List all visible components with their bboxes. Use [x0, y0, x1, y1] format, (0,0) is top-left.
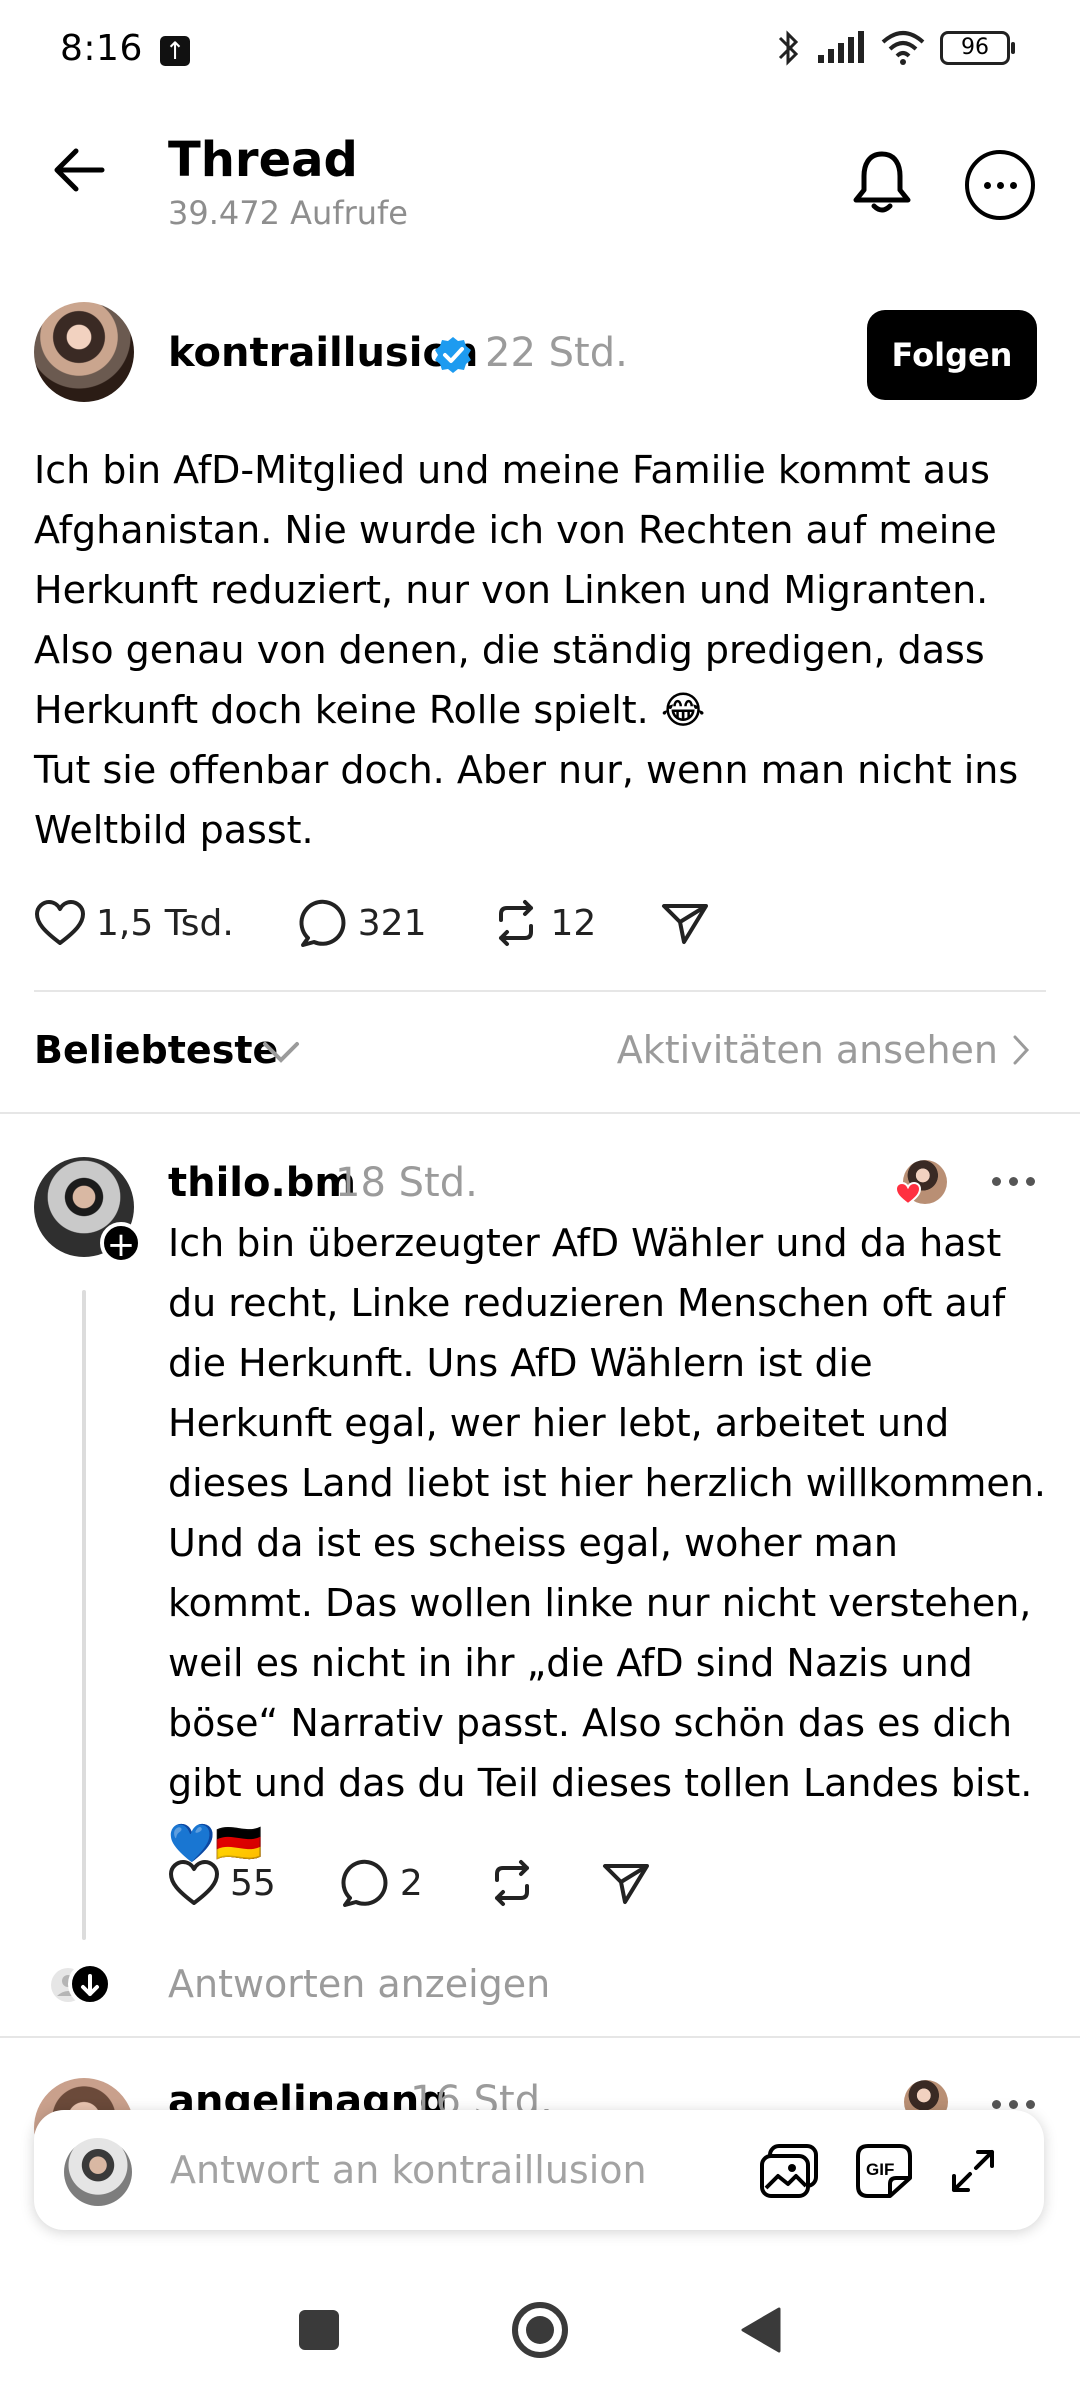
post-time: 22 Std. [485, 330, 628, 376]
follow-plus-icon[interactable]: + [100, 1222, 142, 1264]
reply-text: Ich bin überzeugter AfD Wähler und da ha… [168, 1221, 1059, 1865]
divider [0, 1112, 1080, 1114]
more-options-button[interactable] [965, 150, 1035, 220]
divider [34, 990, 1046, 992]
repost-icon [498, 900, 533, 946]
comment-icon [341, 1859, 388, 1907]
gif-icon[interactable]: GIF [854, 2142, 914, 2200]
next-reply-more-button[interactable] [992, 2100, 1035, 2109]
status-icons: 96 [776, 28, 1015, 68]
reply-like-button[interactable]: 55 [168, 1859, 276, 1907]
follow-button[interactable]: Folgen [867, 310, 1037, 400]
arrow-left-icon [54, 148, 105, 192]
liked-by-author-indicator [895, 1160, 947, 1206]
post-author-avatar[interactable] [34, 302, 134, 402]
reply-actions: 55 2 [168, 1858, 651, 1908]
reply-share-button[interactable] [601, 1860, 651, 1906]
comment-button[interactable]: 321 [298, 898, 427, 948]
user-placeholder-icon [51, 1962, 110, 2006]
thread-line [82, 1290, 86, 1940]
post-actions: 1,5 Tsd. 321 12 [34, 898, 710, 948]
signal-icon [818, 31, 864, 63]
bell-icon [853, 151, 911, 213]
reply-input[interactable]: Antwort an kontraillusion [170, 2148, 647, 2192]
reply-repost-button[interactable] [487, 1858, 537, 1908]
post-username[interactable]: kontraillusion [168, 330, 478, 376]
send-icon [662, 904, 709, 944]
reply-time: 18 Std. [335, 1160, 478, 1206]
reply-like-count: 55 [230, 1862, 276, 1904]
system-navigation-bar [0, 2280, 1080, 2380]
divider [0, 2036, 1080, 2038]
reply-comment-count: 2 [399, 1862, 423, 1904]
share-button[interactable] [660, 900, 710, 946]
notifications-button[interactable] [850, 148, 914, 214]
status-time: 8:16 [60, 28, 143, 69]
home-circle-icon[interactable] [511, 2301, 569, 2359]
svg-text:GIF: GIF [866, 2160, 894, 2179]
expand-icon[interactable] [948, 2146, 998, 2196]
back-triangle-icon[interactable] [739, 2305, 783, 2355]
heart-icon [35, 900, 85, 945]
verified-badge-icon [433, 335, 473, 375]
show-replies-link[interactable]: Antworten anzeigen [168, 1962, 550, 2006]
comment-count: 321 [357, 902, 427, 944]
image-gallery-icon[interactable] [758, 2142, 820, 2200]
upload-notification-icon: ↑ [160, 36, 190, 66]
reply-comment-button[interactable]: 2 [340, 1858, 423, 1908]
like-count: 1,5 Tsd. [96, 902, 234, 944]
repost-count: 12 [550, 902, 597, 944]
heart-filled-icon [895, 1182, 921, 1206]
view-activity-link[interactable]: Aktivitäten ansehen [617, 1028, 1030, 1072]
repost-button[interactable]: 12 [491, 898, 597, 948]
post-text: Ich bin AfD-Mitglied und meine Familie k… [34, 448, 1019, 852]
back-button[interactable] [50, 145, 106, 195]
recents-square-icon[interactable] [297, 2308, 341, 2352]
like-button[interactable]: 1,5 Tsd. [34, 899, 234, 947]
sort-selector[interactable]: Beliebteste [34, 1028, 278, 1072]
page-title: Thread [168, 132, 358, 188]
reply-more-button[interactable] [992, 1177, 1035, 1186]
wifi-icon [881, 31, 925, 65]
current-user-avatar [64, 2138, 132, 2206]
replies-avatar-stack [50, 1962, 110, 2008]
battery-indicator: 96 [940, 31, 1015, 65]
view-count: 39.472 Aufrufe [168, 194, 408, 232]
view-activity-label: Aktivitäten ansehen [616, 1028, 998, 1072]
comment-icon [299, 899, 346, 947]
chevron-down-icon[interactable] [262, 1040, 300, 1064]
repost-icon [494, 1860, 529, 1906]
bluetooth-icon [778, 30, 799, 66]
send-icon [602, 1864, 649, 1904]
chevron-right-icon [1013, 1035, 1030, 1065]
heart-icon [169, 1860, 219, 1905]
reply-composer[interactable]: Antwort an kontraillusion GIF [34, 2110, 1044, 2230]
reply-username[interactable]: thilo.bm [168, 1160, 356, 1206]
